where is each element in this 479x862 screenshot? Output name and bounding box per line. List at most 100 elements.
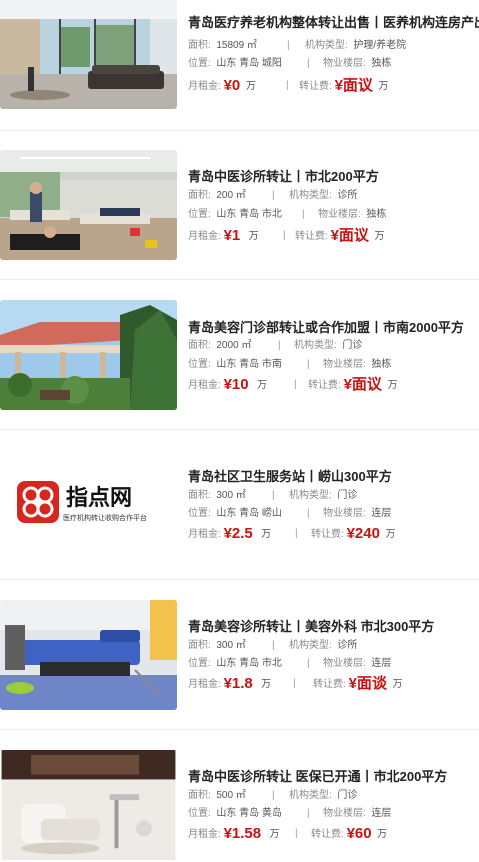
dental-chair-photo <box>1 750 176 860</box>
floor-value: 连层 <box>371 508 392 519</box>
listing-thumbnail[interactable] <box>0 150 177 260</box>
location-label: 位置: <box>188 808 211 819</box>
transfer-label: 转让费: <box>308 380 341 391</box>
listing-thumbnail[interactable] <box>0 750 177 862</box>
transfer-label: 转让费: <box>295 231 328 242</box>
divider: | <box>286 80 289 91</box>
transfer-unit: 万 <box>378 81 389 92</box>
surgery-bed-photo <box>0 600 177 710</box>
transfer-price: ¥60 <box>346 825 372 842</box>
floor-label: 物业楼层: <box>323 808 366 819</box>
rent-label: 月租金: <box>188 829 221 840</box>
floor-value: 独栋 <box>366 209 387 220</box>
listing-card[interactable]: 指点网 医疗机构转让收购合作平台 青岛社区卫生服务站丨崂山300平方 面积: 3… <box>0 430 479 580</box>
floor-value: 连层 <box>371 658 392 669</box>
listing-thumbnail[interactable] <box>0 300 177 410</box>
type-label: 机构类型: <box>289 790 332 801</box>
rent-label: 月租金: <box>188 380 221 391</box>
listing-thumbnail[interactable] <box>0 0 177 109</box>
area-value: 2000 ㎡ <box>216 340 252 351</box>
location-value: 山东 青岛 市北 <box>216 209 282 220</box>
listing-thumbnail[interactable] <box>0 600 177 710</box>
listing-card[interactable]: 青岛医疗养老机构整体转让出售丨医养机构连房产出 面积: 15809 ㎡ | 机构… <box>0 0 479 131</box>
type-value: 门诊 <box>342 340 363 351</box>
floor-label: 物业楼层: <box>318 209 361 220</box>
transfer-unit: 万 <box>385 529 396 540</box>
area-value: 15809 ㎡ <box>216 40 257 51</box>
area-value: 300 ㎡ <box>216 640 246 651</box>
rent-price: ¥1.8 <box>223 675 253 692</box>
transfer-unit: 万 <box>374 231 385 242</box>
listing-card[interactable]: 青岛美容门诊部转让或合作加盟丨市南2000平方 面积: 2000 ㎡ | 机构类… <box>0 280 479 430</box>
area-value: 500 ㎡ <box>216 790 246 801</box>
floor-label: 物业楼层: <box>323 58 366 69</box>
divider: | <box>307 658 310 669</box>
divider: | <box>278 340 281 351</box>
transfer-price: ¥面谈 <box>348 675 387 692</box>
type-value: 护理/养老院 <box>353 40 407 51</box>
svg-text:医疗机构转让收购合作平台: 医疗机构转让收购合作平台 <box>63 513 147 522</box>
listing-title[interactable]: 青岛美容诊所转让丨美容外科 市北300平方 <box>188 616 434 635</box>
divider: | <box>287 40 290 51</box>
listing-card[interactable]: 青岛美容诊所转让丨美容外科 市北300平方 面积: 300 ㎡ | 机构类型: … <box>0 580 479 730</box>
location-value: 山东 青岛 城阳 <box>216 58 282 69</box>
type-value: 门诊 <box>337 790 358 801</box>
nursing-lounge-photo <box>0 0 177 109</box>
area-label: 面积: <box>188 640 211 651</box>
clinic-treatment-room-photo <box>0 150 177 260</box>
listing-card[interactable]: 青岛中医诊所转让 医保已开通丨市北200平方 面积: 500 ㎡ | 机构类型:… <box>0 730 479 862</box>
transfer-price: ¥240 <box>346 525 380 542</box>
location-label: 位置: <box>188 508 211 519</box>
floor-value: 独栋 <box>371 58 392 69</box>
rent-price: ¥1.58 <box>223 825 262 842</box>
divider: | <box>307 359 310 370</box>
rent-price: ¥1 <box>223 227 241 244</box>
transfer-price: ¥面议 <box>334 77 373 94</box>
rent-label: 月租金: <box>188 81 221 92</box>
divider: | <box>293 678 296 689</box>
divider: | <box>272 790 275 801</box>
type-label: 机构类型: <box>289 190 332 201</box>
rent-unit: 万 <box>269 829 280 840</box>
rent-unit: 万 <box>256 380 267 391</box>
rent-price: ¥10 <box>223 376 249 393</box>
divider: | <box>272 190 275 201</box>
listing-thumbnail[interactable]: 指点网 医疗机构转让收购合作平台 <box>0 450 177 560</box>
garden-pavilion-photo <box>0 300 177 410</box>
divider: | <box>272 640 275 651</box>
floor-label: 物业楼层: <box>323 359 366 370</box>
divider: | <box>307 508 310 519</box>
rent-price: ¥0 <box>223 77 241 94</box>
transfer-unit: 万 <box>377 829 388 840</box>
type-value: 诊所 <box>337 640 358 651</box>
listing-card[interactable]: 青岛中医诊所转让丨市北200平方 面积: 200 ㎡ | 机构类型: 诊所 位置… <box>0 131 479 280</box>
divider: | <box>307 808 310 819</box>
divider: | <box>307 58 310 69</box>
location-label: 位置: <box>188 58 211 69</box>
rent-label: 月租金: <box>188 231 221 242</box>
rent-unit: 万 <box>248 231 259 242</box>
location-value: 山东 青岛 市北 <box>216 658 282 669</box>
rent-label: 月租金: <box>188 529 221 540</box>
listing-title[interactable]: 青岛社区卫生服务站丨崂山300平方 <box>188 466 392 485</box>
transfer-label: 转让费: <box>311 529 344 540</box>
divider: | <box>295 828 298 839</box>
listing-title[interactable]: 青岛美容门诊部转让或合作加盟丨市南2000平方 <box>188 317 464 336</box>
transfer-price: ¥面议 <box>343 376 382 393</box>
area-label: 面积: <box>188 190 211 201</box>
area-label: 面积: <box>188 490 211 501</box>
rent-unit: 万 <box>245 81 256 92</box>
transfer-label: 转让费: <box>311 829 344 840</box>
listing-title[interactable]: 青岛中医诊所转让 医保已开通丨市北200平方 <box>188 766 447 785</box>
area-label: 面积: <box>188 790 211 801</box>
type-label: 机构类型: <box>305 40 348 51</box>
floor-label: 物业楼层: <box>323 658 366 669</box>
rent-unit: 万 <box>261 679 272 690</box>
listing-title[interactable]: 青岛医疗养老机构整体转让出售丨医养机构连房产出 <box>188 12 479 31</box>
area-label: 面积: <box>188 40 211 51</box>
floor-value: 连层 <box>371 808 392 819</box>
location-label: 位置: <box>188 359 211 370</box>
type-label: 机构类型: <box>289 490 332 501</box>
listing-title[interactable]: 青岛中医诊所转让丨市北200平方 <box>188 166 379 185</box>
divider: | <box>295 528 298 539</box>
